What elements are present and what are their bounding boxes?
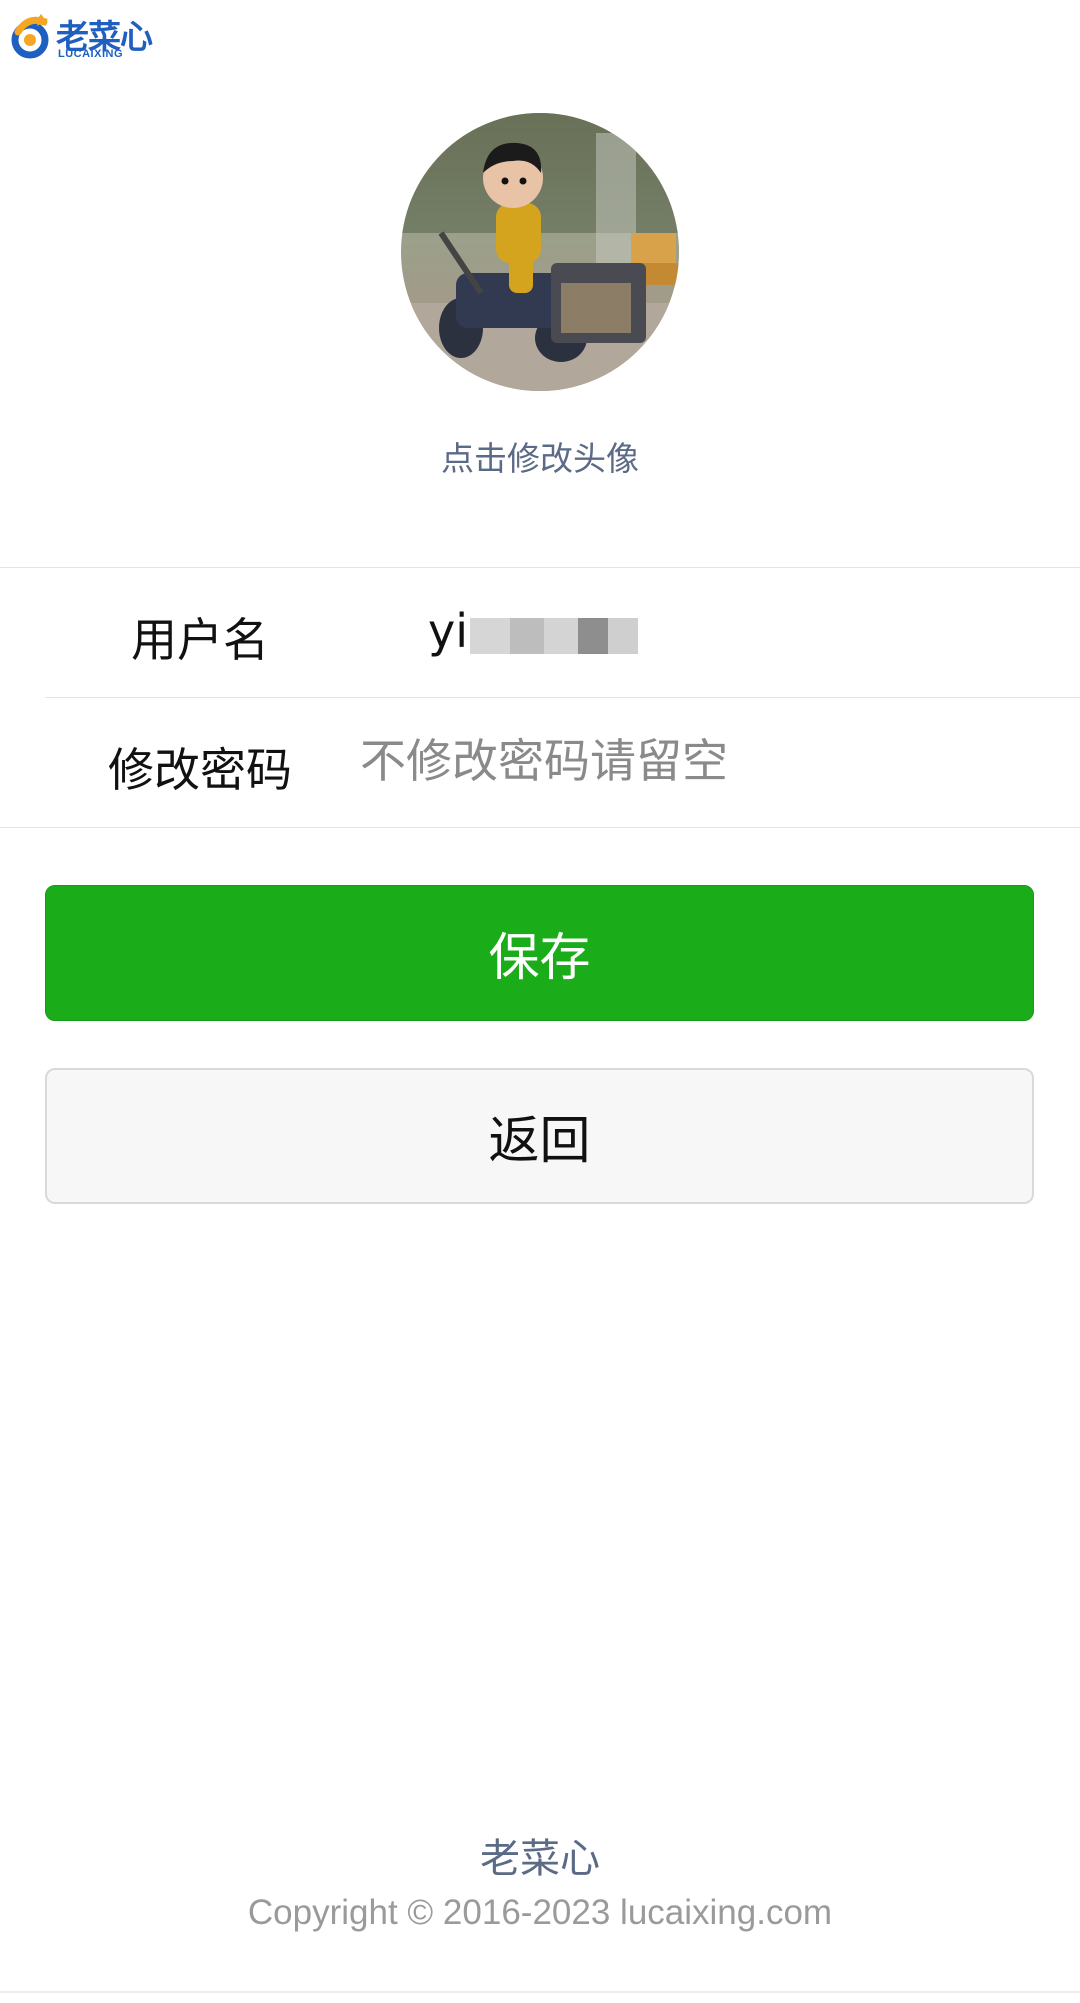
- save-button[interactable]: 保存: [45, 885, 1034, 1021]
- footer-brand-link[interactable]: 老菜心: [0, 1826, 1080, 1884]
- username-row: 用户名 yiz: [0, 568, 1080, 698]
- avatar-photo-image: [401, 113, 679, 391]
- password-input[interactable]: [360, 726, 1040, 796]
- change-avatar-link[interactable]: 点击修改头像: [0, 432, 1080, 480]
- back-button[interactable]: 返回: [45, 1068, 1034, 1204]
- username-redaction: [544, 618, 578, 654]
- username-redaction: [608, 618, 638, 654]
- avatar[interactable]: [401, 113, 679, 391]
- username-redaction: [578, 618, 608, 654]
- username-redaction: [470, 618, 510, 654]
- footer-copyright: Copyright © 2016-2023 lucaixing.com: [247, 1893, 833, 1932]
- lucaixing-logo-icon: [11, 14, 49, 59]
- form-bottom-divider: [0, 827, 1080, 828]
- username-redaction: [510, 618, 544, 654]
- username-label: 用户名: [131, 613, 269, 667]
- brand-logo[interactable]: 老菜心 LUCAIXING: [8, 8, 158, 64]
- footer-divider: [0, 1991, 1080, 1993]
- logo-subtitle: LUCAIXING: [58, 48, 123, 60]
- password-label: 修改密码: [108, 743, 292, 797]
- password-row: 修改密码: [0, 698, 1080, 828]
